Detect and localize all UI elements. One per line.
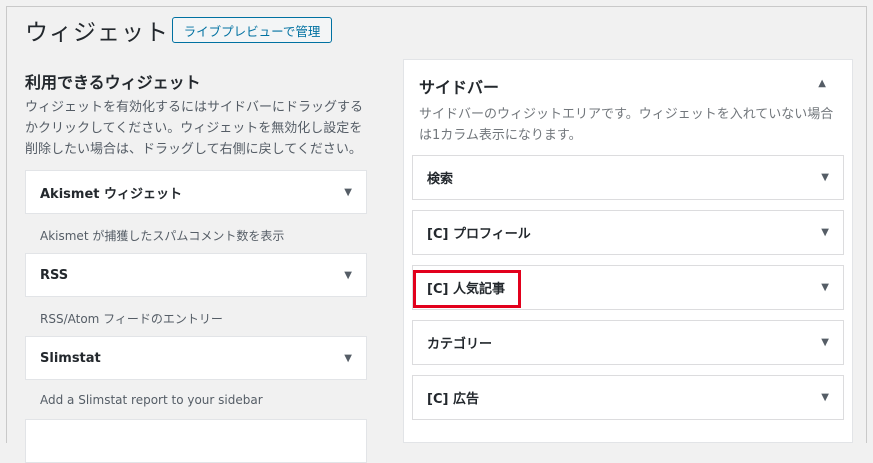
arrow-up-icon[interactable]: ▲ [818, 78, 826, 89]
widget-slimstat[interactable]: Slimstat ▼ [25, 336, 367, 380]
sidebar-widget-search[interactable]: 検索 ▼ [412, 155, 844, 200]
sidebar-description: サイドバーのウィジットエリアです。ウィジェットを入れていない場合は1カラム表示に… [419, 107, 834, 143]
widget-title: Akismet ウィジェット [40, 186, 183, 202]
arrow-down-icon[interactable]: ▼ [821, 392, 829, 403]
highlight-box [413, 270, 521, 308]
available-widgets-title: 利用できるウィジェット [25, 73, 201, 92]
live-preview-manage-button[interactable]: ライブプレビューで管理 [172, 17, 332, 43]
arrow-down-icon[interactable]: ▼ [821, 172, 829, 183]
sidebar-widget-ads[interactable]: [C] 広告 ▼ [412, 375, 844, 420]
sidebar-widget-area: サイドバー ▲ サイドバーのウィジットエリアです。ウィジェットを入れていない場合… [403, 59, 853, 443]
widget-description: RSS/Atom フィードのエントリー [40, 312, 223, 326]
sidebar-title: サイドバー [419, 78, 500, 97]
widget-title: カテゴリー [427, 337, 493, 352]
available-widget-list: Akismet ウィジェット ▼ Akismet が捕獲したスパムコメント数を表… [25, 170, 367, 463]
widget-title: RSS [40, 267, 69, 283]
arrow-down-icon[interactable]: ▼ [821, 282, 829, 293]
arrow-down-icon[interactable]: ▼ [821, 227, 829, 238]
widget-partial[interactable] [25, 419, 367, 463]
arrow-down-icon[interactable]: ▼ [344, 353, 352, 364]
widget-description: Akismet が捕獲したスパムコメント数を表示 [40, 229, 285, 243]
arrow-down-icon[interactable]: ▼ [344, 187, 352, 198]
widget-title: [C] プロフィール [427, 227, 531, 242]
widget-description: Add a Slimstat report to your sidebar [40, 393, 263, 407]
available-widgets-description: ウィジェットを有効化するにはサイドバーにドラッグするかクリックしてください。ウィ… [25, 100, 364, 157]
arrow-down-icon[interactable]: ▼ [344, 270, 352, 281]
page-title: ウィジェット [25, 20, 169, 46]
widget-rss[interactable]: RSS ▼ [25, 253, 367, 297]
sidebar-widget-categories[interactable]: カテゴリー ▼ [412, 320, 844, 365]
widget-title: [C] 広告 [427, 392, 479, 407]
widget-akismet[interactable]: Akismet ウィジェット ▼ [25, 170, 367, 214]
arrow-down-icon[interactable]: ▼ [821, 337, 829, 348]
widget-title: Slimstat [40, 350, 101, 366]
widget-title: 検索 [427, 172, 454, 187]
sidebar-widget-profile[interactable]: [C] プロフィール ▼ [412, 210, 844, 255]
